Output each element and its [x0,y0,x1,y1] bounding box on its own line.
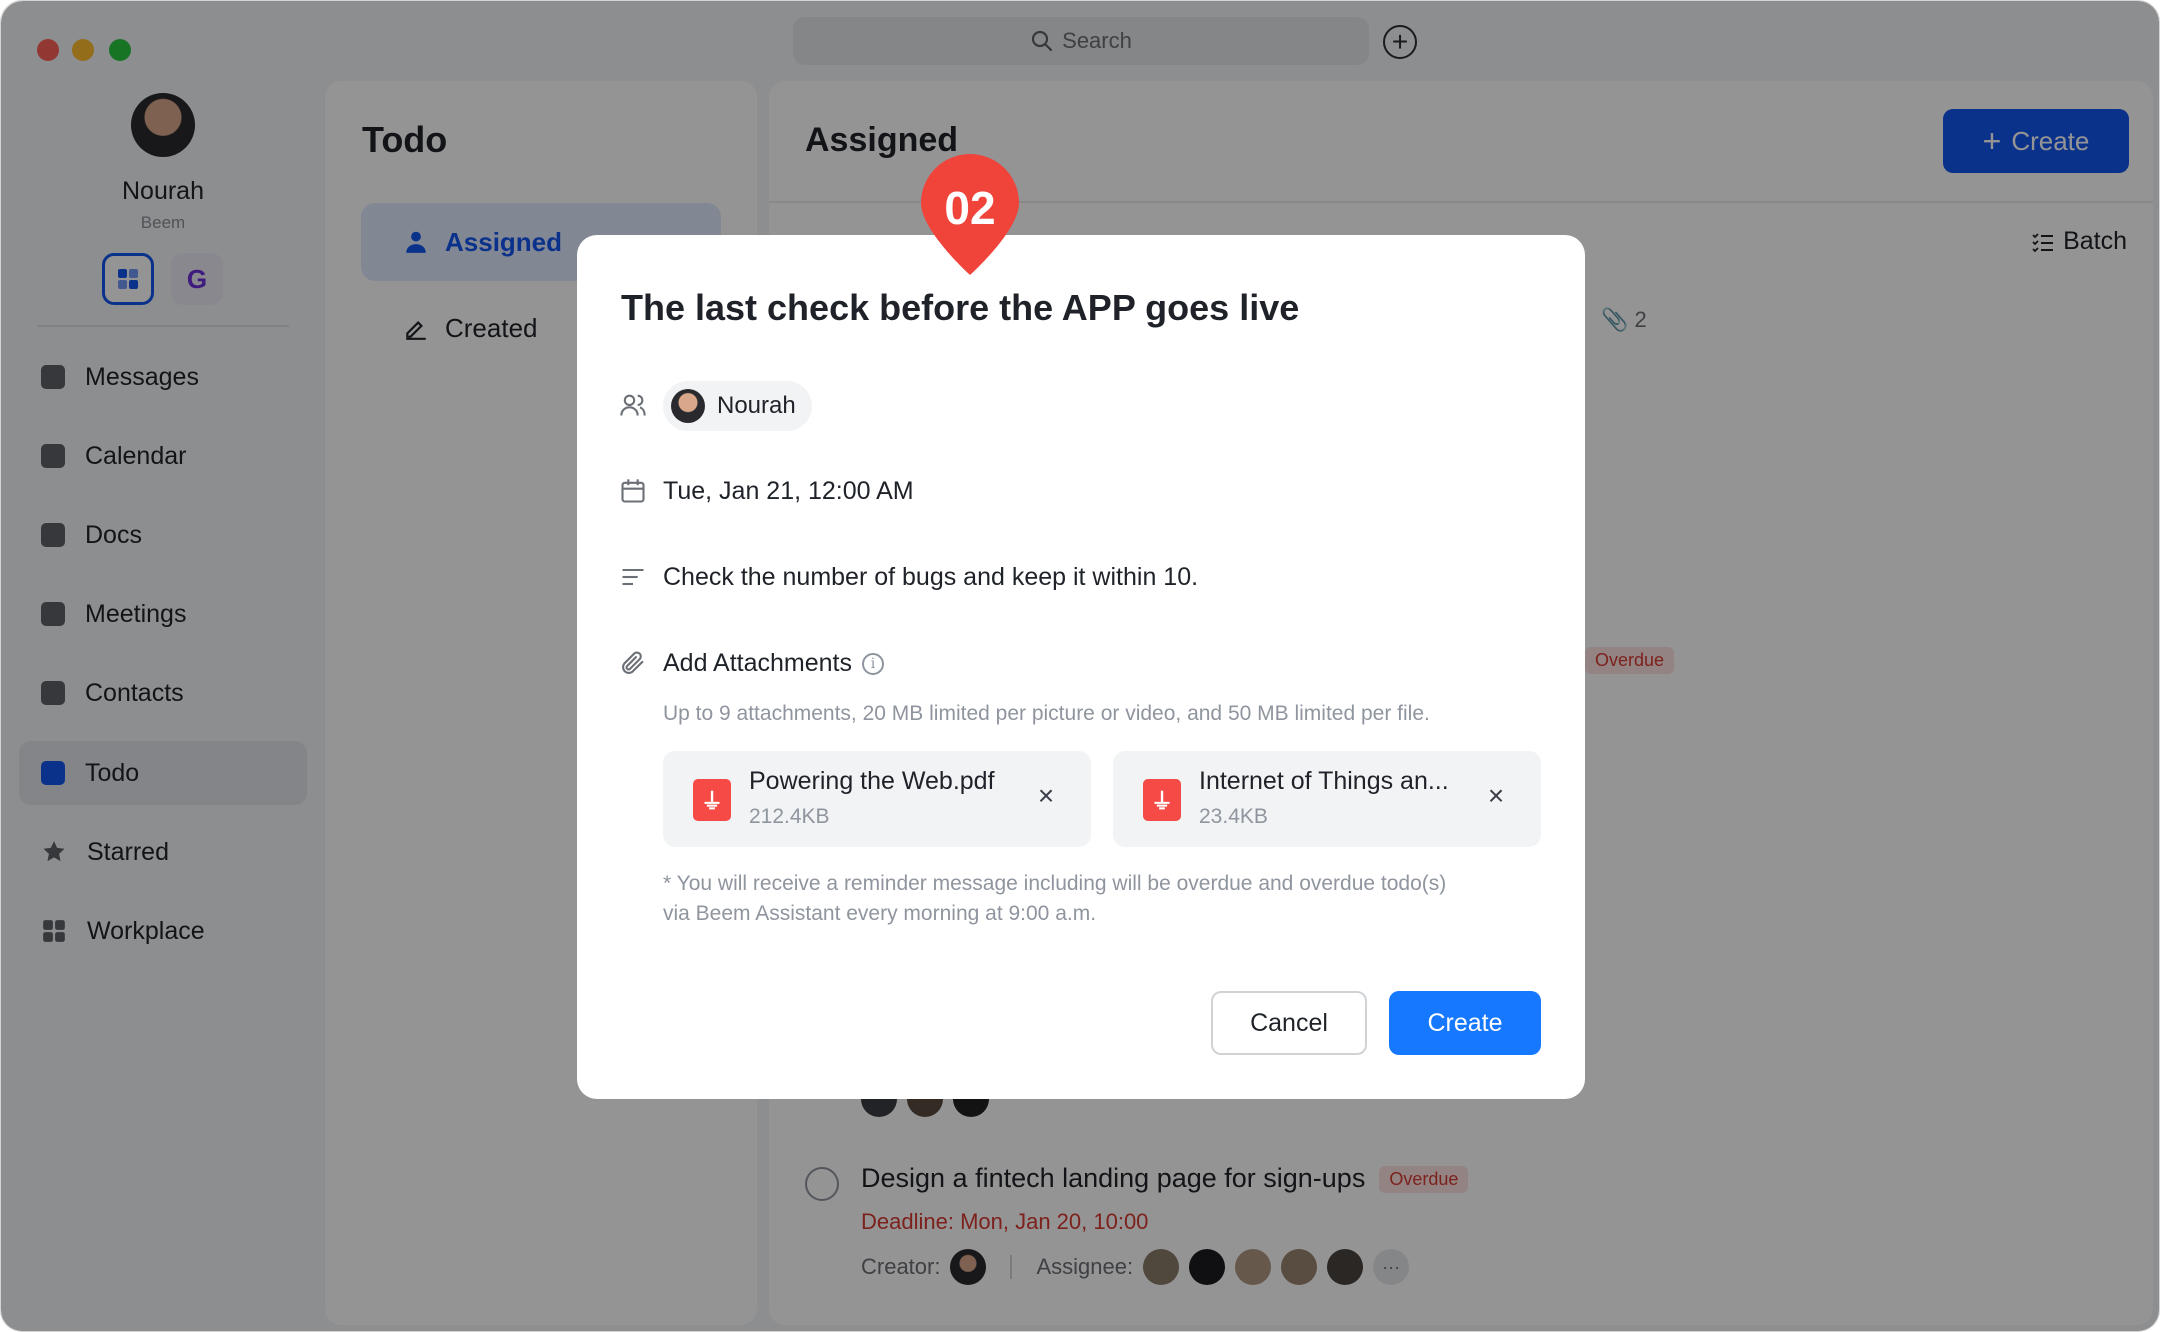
reminder-note-line1: * You will receive a reminder message in… [663,872,1447,895]
assignee-chip[interactable]: Nourah [663,381,812,431]
app-window: Search + Nourah Beem G Messages Calendar… [0,0,2160,1332]
file-name: Internet of Things an... [1199,767,1449,795]
add-attachments-label: Add Attachments [663,649,853,677]
avatar [671,389,705,423]
file-name: Powering the Web.pdf [749,767,995,795]
description-text[interactable]: Check the number of bugs and keep it wit… [663,563,1198,592]
create-button[interactable]: Create [1389,991,1541,1055]
due-date[interactable]: Tue, Jan 21, 12:00 AM [663,477,914,506]
paperclip-icon [622,651,644,674]
add-attachments-button[interactable]: Add Attachments i [663,649,885,678]
description-icon [622,568,644,586]
create-todo-dialog: The last check before the APP goes live … [577,235,1585,1099]
dialog-title: The last check before the APP goes live [621,287,1300,328]
close-icon[interactable]: × [1031,780,1061,811]
assignee-name: Nourah [717,392,796,419]
step-marker: 02 [915,151,1025,277]
file-size: 23.4KB [1199,805,1268,828]
cancel-button[interactable]: Cancel [1211,991,1367,1055]
info-icon[interactable]: i [862,653,885,676]
reminder-note-line2: via Beem Assistant every morning at 9:00… [663,902,1097,925]
pdf-icon: ⏚ [1143,779,1181,821]
attachment-card[interactable]: ⏚ Powering the Web.pdf 212.4KB × [663,751,1091,847]
calendar-icon [621,479,645,503]
step-number: 02 [944,182,996,234]
people-icon [620,394,646,416]
close-icon[interactable]: × [1481,780,1511,811]
attachments-hint: Up to 9 attachments, 20 MB limited per p… [663,702,1430,725]
pdf-icon: ⏚ [693,779,731,821]
attachment-card[interactable]: ⏚ Internet of Things an... 23.4KB × [1113,751,1541,847]
file-size: 212.4KB [749,805,830,828]
